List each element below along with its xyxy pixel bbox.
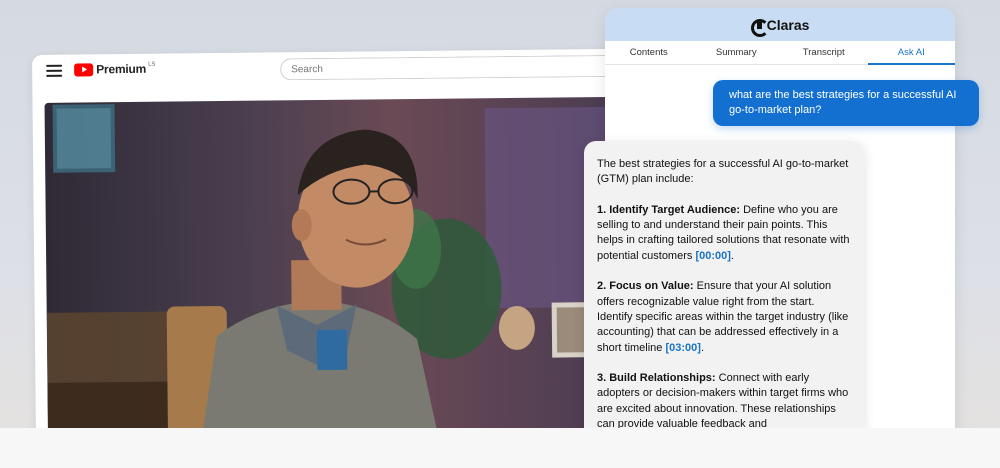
user-message-bubble: what are the best strategies for a succe… [713, 80, 979, 126]
claras-tabs: Contents Summary Transcript Ask AI [605, 41, 955, 65]
answer-point-heading: 2. Focus on Value: [597, 280, 694, 293]
answer-intro: The best strategies for a successful AI … [597, 158, 849, 186]
tab-contents[interactable]: Contents [605, 41, 693, 64]
answer-point: 2. Focus on Value: Ensure that your AI s… [597, 280, 849, 354]
search-input[interactable] [280, 54, 621, 81]
answer-point-heading: 3. Build Relationships: [597, 372, 716, 385]
tab-transcript[interactable]: Transcript [780, 41, 868, 64]
youtube-header: Premium LS [32, 49, 632, 99]
ai-answer-bubble: The best strategies for a successful AI … [584, 141, 864, 441]
claras-header: Claras [605, 8, 955, 41]
answer-point: 3. Build Relationships: Connect with ear… [597, 371, 852, 432]
bottom-band [0, 428, 1000, 468]
youtube-brand: Premium [96, 61, 147, 77]
youtube-play-icon [74, 62, 94, 77]
answer-point-heading: 1. Identify Target Audience: [597, 203, 741, 216]
youtube-logo[interactable]: Premium LS [74, 62, 155, 77]
claras-logo: Claras [750, 16, 810, 37]
tab-summary[interactable]: Summary [693, 41, 781, 64]
answer-point: 1. Identify Target Audience: Define who … [597, 203, 850, 262]
timestamp-link[interactable]: [03:00] [665, 342, 700, 354]
claras-logo-icon [750, 18, 769, 37]
youtube-window: Premium LS [32, 48, 637, 455]
youtube-region-code: LS [148, 61, 156, 68]
tab-ask-ai[interactable]: Ask AI [867, 41, 956, 65]
video-player[interactable] [44, 96, 629, 455]
claras-app-name: Claras [766, 16, 810, 33]
timestamp-link[interactable]: [00:00] [695, 250, 730, 262]
hamburger-menu-icon[interactable] [46, 64, 63, 79]
video-frame-image [46, 104, 627, 455]
